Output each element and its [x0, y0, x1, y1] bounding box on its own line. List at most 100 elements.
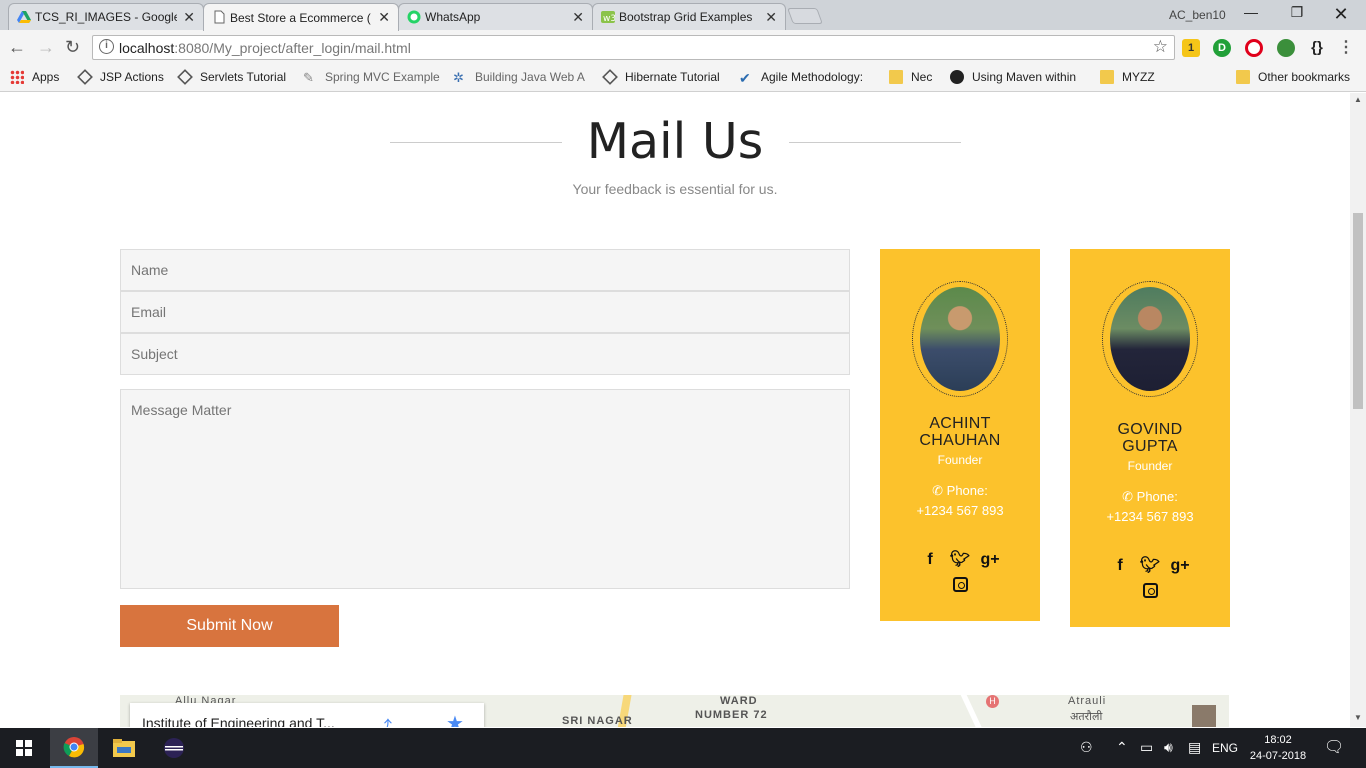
start-button[interactable] — [0, 728, 48, 768]
map-thumbnail[interactable] — [1192, 705, 1216, 727]
name-field[interactable] — [120, 249, 850, 291]
apps-grid-icon — [10, 70, 24, 84]
folder-explorer-icon — [113, 739, 135, 757]
restore-icon[interactable]: ❐ — [1282, 4, 1312, 24]
twitter-icon[interactable]: 🐦︎ — [945, 549, 975, 569]
close-icon[interactable]: ✕ — [378, 9, 390, 26]
taskbar-eclipse[interactable] — [150, 728, 198, 768]
taskbar-chrome[interactable] — [50, 728, 98, 768]
close-icon[interactable]: ✕ — [765, 9, 777, 26]
map-road — [960, 695, 986, 727]
system-clock[interactable]: 18:02 24-07-2018 — [1248, 732, 1308, 764]
page-title: Mail Us — [586, 113, 764, 170]
url-path: :8080/My_project/after_login/mail.html — [174, 39, 411, 56]
message-field[interactable] — [120, 389, 850, 589]
bookmark-apps[interactable]: Apps — [10, 70, 59, 84]
bookmark-agile[interactable]: ✔ Agile Methodology: — [739, 70, 863, 86]
battery-icon[interactable]: ▭ — [1140, 739, 1153, 756]
page-subtitle: Your feedback is essential for us. — [572, 181, 778, 197]
back-arrow-icon[interactable]: ← — [8, 37, 26, 58]
map-place-card[interactable]: Institute of Engineering and T... ⤴ ★ — [130, 703, 484, 727]
bookmark-label: Nec — [911, 70, 933, 84]
new-tab-button[interactable] — [787, 8, 823, 24]
minimize-icon[interactable]: — — [1236, 4, 1266, 24]
svg-text:w3: w3 — [603, 14, 615, 24]
submit-button[interactable]: Submit Now — [120, 605, 339, 647]
bookmark-maven[interactable]: Using Maven within — [950, 70, 1076, 84]
hospital-pin-icon[interactable]: H — [986, 695, 999, 708]
map-label: NUMBER 72 — [695, 709, 768, 721]
tab-title: Best Store a Ecommerce ( — [230, 10, 371, 25]
forward-arrow-icon[interactable]: → — [37, 37, 55, 58]
tab-bootstrap[interactable]: w3 Bootstrap Grid Examples ✕ — [592, 3, 786, 30]
bookmark-label: MYZZ — [1122, 70, 1155, 84]
network-icon[interactable]: ▤ — [1188, 739, 1201, 756]
bookmark-hibernate[interactable]: Hibernate Tutorial — [602, 69, 720, 85]
people-icon[interactable]: ⚇ — [1080, 739, 1093, 756]
profile-name[interactable]: AC_ben10 — [1169, 8, 1226, 22]
facebook-icon[interactable]: f — [1105, 557, 1135, 575]
menu-dots-icon[interactable]: ⋮ — [1337, 39, 1355, 57]
tab-drive[interactable]: TCS_RI_IMAGES - Google ✕ — [8, 3, 204, 30]
extension-badge-icon[interactable]: 1 — [1182, 39, 1200, 57]
volume-icon[interactable]: 🔊︎ — [1164, 739, 1173, 756]
google-plus-icon[interactable]: g+ — [975, 551, 1005, 569]
page-scrollbar[interactable]: ▲ ▼ — [1350, 93, 1366, 727]
extension-d-icon[interactable]: D — [1213, 39, 1231, 57]
map-label: Atrauli — [1068, 695, 1107, 707]
embedded-map[interactable]: Allu Nagar SRI NAGAR WARD NUMBER 72 Atra… — [120, 695, 1229, 727]
tab-best-store[interactable]: Best Store a Ecommerce ( ✕ — [203, 3, 399, 31]
bookmark-star-icon[interactable]: ☆ — [1153, 37, 1168, 57]
close-icon[interactable]: ✕ — [183, 9, 195, 26]
url-host: localhost — [119, 39, 175, 56]
save-star-icon[interactable]: ★ — [446, 711, 464, 727]
close-window-icon[interactable]: ✕ — [1326, 4, 1356, 24]
reload-icon[interactable]: ↻ — [65, 37, 80, 58]
map-label: SRI NAGAR — [562, 715, 633, 727]
language-indicator[interactable]: ENG — [1212, 741, 1238, 755]
address-bar[interactable]: i localhost:8080/My_project/after_login/… — [92, 35, 1175, 60]
bookmark-label: Servlets Tutorial — [200, 70, 287, 84]
phone-number: +1234 567 893 — [916, 503, 1004, 518]
taskbar-file-explorer[interactable] — [100, 728, 148, 768]
instagram-icon[interactable] — [1142, 583, 1158, 598]
subject-field[interactable] — [120, 333, 850, 375]
directions-icon[interactable]: ⤴ — [376, 713, 392, 727]
bookmark-label: Other bookmarks — [1258, 70, 1351, 84]
google-plus-icon[interactable]: g+ — [1165, 557, 1195, 575]
bookmark-spring[interactable]: ✎ Spring MVC Example — [303, 70, 440, 85]
member-name-line1: ACHINT — [929, 415, 991, 432]
instagram-icon[interactable] — [952, 577, 968, 592]
bookmark-jsp-actions[interactable]: JSP Actions — [77, 69, 164, 85]
social-links: f 🐦︎ g+ — [880, 549, 1040, 569]
bookmark-folder-nec[interactable]: Nec — [889, 70, 932, 84]
facebook-icon[interactable]: f — [915, 551, 945, 569]
other-bookmarks[interactable]: Other bookmarks — [1236, 70, 1350, 84]
email-field[interactable] — [120, 291, 850, 333]
bookmark-building-java[interactable]: ✲ Building Java Web A — [453, 70, 585, 85]
map-label: अतरौली — [1070, 711, 1103, 723]
tab-whatsapp[interactable]: WhatsApp ✕ — [398, 3, 593, 30]
close-icon[interactable]: ✕ — [572, 9, 584, 26]
bookmark-diamond-icon — [77, 69, 93, 85]
avatar — [1102, 281, 1198, 397]
braces-icon[interactable]: {} — [1308, 39, 1326, 57]
eclipse-icon — [164, 738, 184, 758]
bookmark-label: JSP Actions — [100, 70, 164, 84]
member-name: ACHINT CHAUHAN — [880, 415, 1040, 449]
scroll-up-icon[interactable]: ▲ — [1354, 95, 1362, 104]
info-icon[interactable]: i — [99, 39, 114, 54]
eclipse-icon — [950, 70, 964, 84]
opera-icon[interactable] — [1245, 39, 1263, 57]
twitter-icon[interactable]: 🐦︎ — [1135, 555, 1165, 575]
clock-time: 18:02 — [1264, 734, 1292, 746]
bookmark-servlets[interactable]: Servlets Tutorial — [177, 69, 287, 85]
profile-photo — [1110, 287, 1190, 391]
scrollbar-thumb[interactable] — [1353, 213, 1363, 409]
bookmark-folder-myzz[interactable]: MYZZ — [1100, 70, 1155, 84]
scroll-down-icon[interactable]: ▼ — [1354, 713, 1362, 722]
globe-icon[interactable] — [1277, 39, 1295, 57]
map-label: WARD — [720, 695, 758, 707]
show-hidden-icons-chevron-icon[interactable]: ⌃ — [1116, 739, 1128, 756]
notification-icon[interactable]: 🗨︎ — [1324, 737, 1344, 757]
